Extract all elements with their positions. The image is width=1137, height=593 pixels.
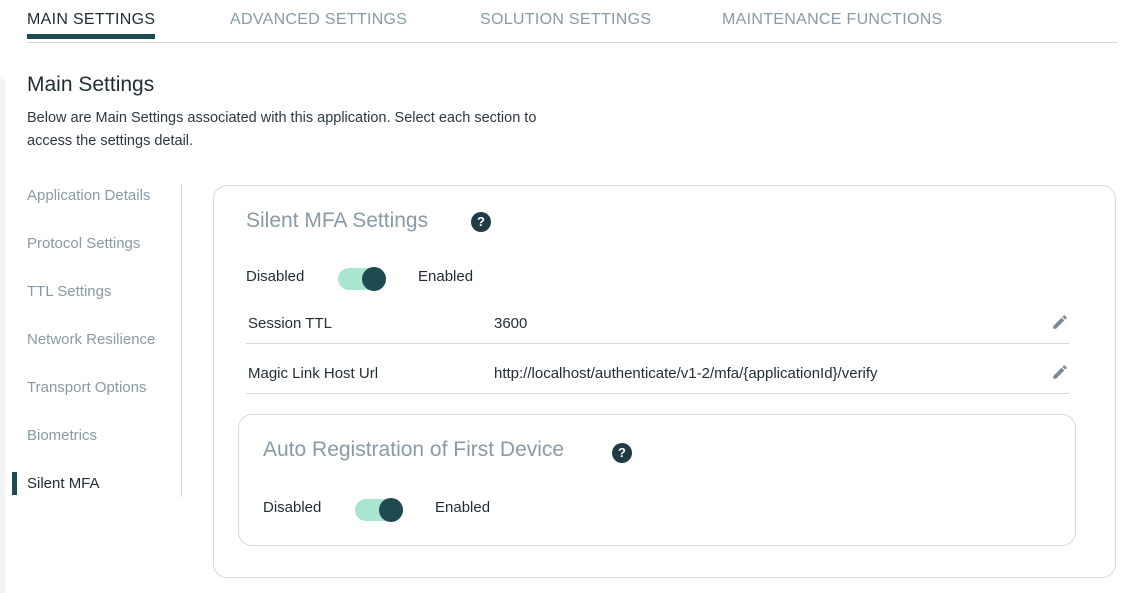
question-circle-icon[interactable]: ? [612,443,632,463]
pencil-icon[interactable] [1051,363,1069,381]
magic-link-host-url-row: Magic Link Host Url http://localhost/aut… [246,359,1069,394]
page-description: Below are Main Settings associated with … [27,110,537,149]
magic-link-host-url-value: http://localhost/authenticate/v1-2/mfa/{… [494,365,878,382]
sidebar-item-biometrics[interactable]: Biometrics [27,427,97,444]
session-ttl-label: Session TTL [248,315,332,332]
tab-main-settings[interactable]: MAIN SETTINGS [27,11,156,39]
silent-mfa-enabled-label: Enabled [418,268,474,285]
silent-mfa-disabled-label: Disabled [246,268,305,285]
sidebar-item-application-details[interactable]: Application Details [27,187,150,204]
toggle-knob [379,498,403,522]
pencil-icon[interactable] [1051,313,1069,331]
settings-sidenav: Application Details Protocol Settings TT… [0,184,182,497]
tab-bar: MAIN SETTINGS ADVANCED SETTINGS SOLUTION… [27,0,1118,43]
silent-mfa-toggle[interactable] [338,267,386,291]
toggle-knob [362,267,386,291]
auto-registration-title: Auto Registration of First Device [263,438,565,461]
page: MAIN SETTINGS ADVANCED SETTINGS SOLUTION… [0,0,1137,593]
auto-registration-enabled-label: Enabled [435,499,491,516]
active-nav-marker [12,472,17,495]
sidebar-item-transport-options[interactable]: Transport Options [27,379,147,396]
tab-solution-settings[interactable]: SOLUTION SETTINGS [480,11,651,29]
auto-registration-disabled-label: Disabled [263,499,322,516]
page-title: Main Settings [27,73,155,96]
sidebar-item-ttl-settings[interactable]: TTL Settings [27,283,111,300]
sidebar-item-network-resilience[interactable]: Network Resilience [27,331,155,348]
auto-registration-toggle[interactable] [355,498,403,522]
tab-advanced-settings[interactable]: ADVANCED SETTINGS [230,11,407,29]
session-ttl-value: 3600 [494,315,528,332]
sidebar-item-protocol-settings[interactable]: Protocol Settings [27,235,140,252]
magic-link-host-url-label: Magic Link Host Url [248,365,379,382]
session-ttl-row: Session TTL 3600 [246,309,1069,344]
question-circle-icon[interactable]: ? [471,212,491,232]
sidebar-item-silent-mfa[interactable]: Silent MFA [27,475,100,492]
tab-maintenance-functions[interactable]: MAINTENANCE FUNCTIONS [722,11,943,29]
silent-mfa-title: Silent MFA Settings [246,209,429,232]
auto-registration-panel [238,414,1076,546]
